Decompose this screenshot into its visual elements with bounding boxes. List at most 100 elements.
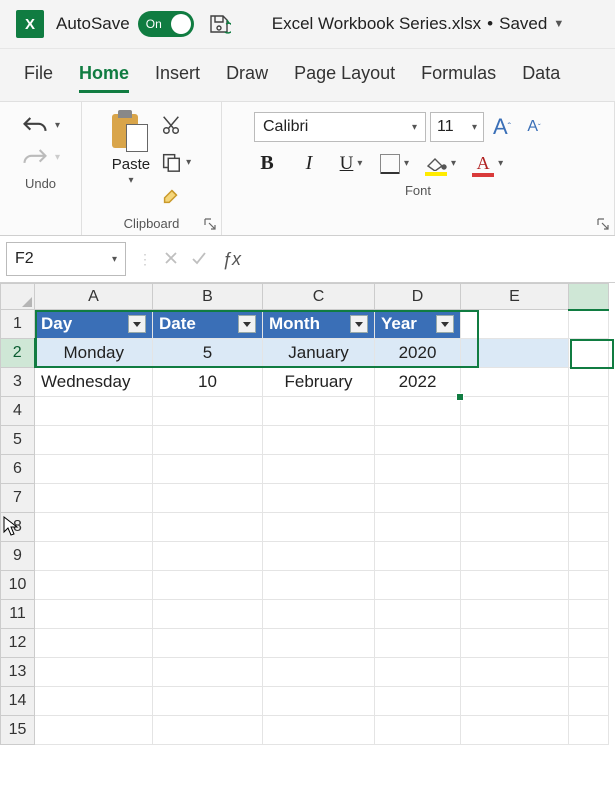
cell[interactable]: [461, 716, 569, 745]
cell[interactable]: Monday: [35, 339, 153, 368]
cell[interactable]: [35, 716, 153, 745]
chevron-down-icon[interactable]: ▾: [128, 175, 133, 186]
table-header-cell[interactable]: Month: [263, 310, 375, 339]
chevron-down-icon[interactable]: ▾: [112, 254, 117, 265]
fx-icon[interactable]: ƒx: [222, 249, 241, 270]
cell[interactable]: [263, 542, 375, 571]
cell[interactable]: [569, 339, 609, 368]
cell[interactable]: [35, 571, 153, 600]
underline-button[interactable]: U▾: [338, 153, 364, 175]
font-size-select[interactable]: 11 ▾: [430, 112, 484, 142]
tab-file[interactable]: File: [24, 63, 53, 93]
cell[interactable]: February: [263, 368, 375, 397]
filter-icon[interactable]: [128, 315, 146, 333]
cell[interactable]: [569, 687, 609, 716]
table-header-cell[interactable]: Year: [375, 310, 461, 339]
filter-icon[interactable]: [238, 315, 256, 333]
row-header[interactable]: 15: [1, 716, 35, 745]
cell[interactable]: [461, 455, 569, 484]
cell[interactable]: [153, 397, 263, 426]
row-header[interactable]: 5: [1, 426, 35, 455]
row-header[interactable]: 9: [1, 542, 35, 571]
format-painter-button[interactable]: [160, 185, 191, 210]
row-header[interactable]: 6: [1, 455, 35, 484]
cell[interactable]: [569, 658, 609, 687]
cell[interactable]: [461, 368, 569, 397]
cell[interactable]: [263, 658, 375, 687]
cell[interactable]: [375, 455, 461, 484]
cell[interactable]: [461, 571, 569, 600]
chevron-down-icon[interactable]: ▾: [404, 158, 409, 169]
cell[interactable]: [461, 542, 569, 571]
cell[interactable]: [569, 629, 609, 658]
cell[interactable]: [153, 687, 263, 716]
redo-button[interactable]: ▾: [21, 146, 60, 168]
row-header[interactable]: 12: [1, 629, 35, 658]
cell[interactable]: [461, 629, 569, 658]
cell[interactable]: [263, 687, 375, 716]
cell[interactable]: [153, 571, 263, 600]
cell[interactable]: 2020: [375, 339, 461, 368]
cell[interactable]: [35, 658, 153, 687]
tab-formulas[interactable]: Formulas: [421, 63, 496, 93]
cell[interactable]: [153, 542, 263, 571]
cell[interactable]: [263, 716, 375, 745]
cell[interactable]: [35, 397, 153, 426]
row-header[interactable]: 4: [1, 397, 35, 426]
table-header-cell[interactable]: Date: [153, 310, 263, 339]
cell[interactable]: [153, 426, 263, 455]
chevron-down-icon[interactable]: ▾: [498, 158, 503, 169]
cell[interactable]: [375, 716, 461, 745]
cell[interactable]: [375, 426, 461, 455]
row-header[interactable]: 10: [1, 571, 35, 600]
font-color-button[interactable]: A▾: [472, 153, 503, 174]
undo-button[interactable]: ▾: [21, 114, 60, 136]
row-header[interactable]: 11: [1, 600, 35, 629]
formula-input[interactable]: [247, 244, 615, 274]
cell[interactable]: [35, 600, 153, 629]
row-header[interactable]: 2: [1, 339, 35, 368]
paste-button[interactable]: Paste ▾: [112, 110, 150, 186]
col-header-B[interactable]: B: [153, 284, 263, 310]
cell[interactable]: [263, 600, 375, 629]
cell[interactable]: [263, 397, 375, 426]
row-header[interactable]: 13: [1, 658, 35, 687]
cell[interactable]: [35, 629, 153, 658]
cell[interactable]: [461, 658, 569, 687]
spreadsheet-grid[interactable]: A B C D E 1 Day Date Month Year 2 Monday…: [0, 283, 615, 745]
italic-button[interactable]: I: [296, 152, 322, 175]
cell[interactable]: [569, 368, 609, 397]
cell[interactable]: [461, 600, 569, 629]
cell[interactable]: [263, 513, 375, 542]
select-all-corner[interactable]: [1, 284, 35, 310]
cell[interactable]: [375, 600, 461, 629]
cell[interactable]: [375, 397, 461, 426]
cell[interactable]: [263, 484, 375, 513]
col-header-F[interactable]: [569, 284, 609, 310]
cell[interactable]: [375, 513, 461, 542]
cell[interactable]: [153, 658, 263, 687]
font-name-select[interactable]: Calibri ▾: [254, 112, 426, 142]
chevron-down-icon[interactable]: ▼: [553, 18, 564, 30]
cell[interactable]: [569, 455, 609, 484]
cell[interactable]: [35, 513, 153, 542]
dialog-launcher-icon[interactable]: [596, 217, 610, 231]
cell[interactable]: [461, 397, 569, 426]
autosave-toggle[interactable]: AutoSave On: [56, 11, 194, 37]
cell[interactable]: [35, 484, 153, 513]
chevron-down-icon[interactable]: ▾: [186, 157, 191, 168]
cancel-formula-icon[interactable]: [162, 249, 180, 270]
name-box[interactable]: F2 ▾: [6, 242, 126, 276]
table-header-cell[interactable]: Day: [35, 310, 153, 339]
row-header[interactable]: 7: [1, 484, 35, 513]
fill-color-button[interactable]: ▾: [425, 155, 456, 173]
row-header[interactable]: 3: [1, 368, 35, 397]
col-header-C[interactable]: C: [263, 284, 375, 310]
cell[interactable]: [263, 426, 375, 455]
cell[interactable]: [569, 716, 609, 745]
toggle-switch[interactable]: On: [138, 11, 194, 37]
cell[interactable]: [461, 310, 569, 339]
cell[interactable]: [375, 542, 461, 571]
cell[interactable]: [153, 484, 263, 513]
cell[interactable]: [35, 542, 153, 571]
